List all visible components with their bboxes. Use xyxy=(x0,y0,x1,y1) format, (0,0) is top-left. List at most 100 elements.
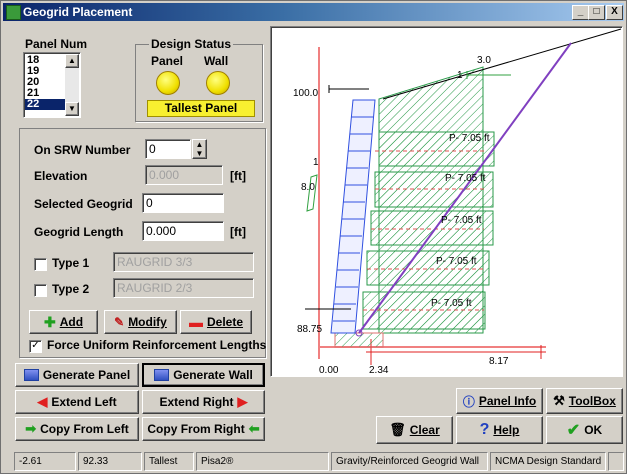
type2-label: Type 2 xyxy=(52,282,90,296)
grid-length-label: P- 7.05 ft xyxy=(436,256,477,267)
wall-status-indicator xyxy=(206,71,230,95)
top-right-label: 3.0 xyxy=(477,55,491,66)
geogrid-length-label: Geogrid Length xyxy=(34,225,124,239)
grid-length-label: P- 7.05 ft xyxy=(431,298,472,309)
wall-diagram[interactable]: 3.0 1 100.0 1 8.0 88.75 0.00 2.34 8.17 P… xyxy=(270,26,623,377)
ok-label: OK xyxy=(584,423,603,437)
help-icon: ? xyxy=(479,421,490,438)
panel-status-indicator xyxy=(156,71,180,95)
small-one-label: 1 xyxy=(457,70,463,81)
type1-select[interactable]: RAUGRID 3/3 xyxy=(113,252,254,272)
arrow-right-icon: ➡ xyxy=(25,421,37,436)
wall-diagram-canvas xyxy=(305,28,622,365)
minus-icon: ▬ xyxy=(188,314,203,330)
status-panel-type: Tallest xyxy=(144,452,194,471)
bottom-left-label: 88.75 xyxy=(297,324,323,335)
extend-left-label: Extend Left xyxy=(51,395,117,409)
extend-left-button[interactable]: ◀ Extend Left xyxy=(15,390,139,414)
status-extra xyxy=(608,452,624,471)
geogrid-placement-window: Geogrid Placement _ □ X Panel Num 18 19 20… xyxy=(0,0,627,474)
srw-number-input[interactable]: 0 xyxy=(145,139,191,159)
elevation-field: 0.000 xyxy=(145,165,223,185)
hammer-icon: ⚒ xyxy=(553,393,565,408)
status-program: Pisa2® xyxy=(196,452,329,471)
scroll-up-icon[interactable]: ▲ xyxy=(65,54,79,68)
grid-length-label: P- 7.05 ft xyxy=(441,215,482,226)
table-icon xyxy=(23,369,39,381)
extend-right-label: Extend Right xyxy=(159,395,234,409)
elevation-unit: [ft] xyxy=(230,169,246,183)
plus-icon: ✚ xyxy=(43,313,56,330)
clear-label: Clear xyxy=(409,423,440,437)
selected-geogrid-input[interactable]: 0 xyxy=(142,193,224,213)
panel-num-label: Panel Num xyxy=(25,37,88,51)
panel-num-listbox[interactable]: 18 19 20 21 22 ▲ ▼ xyxy=(23,52,81,118)
left-top-label: 100.0 xyxy=(293,88,319,99)
type2-select[interactable]: RAUGRID 2/3 xyxy=(113,278,254,298)
wall-status-label: Wall xyxy=(204,54,229,68)
delete-button[interactable]: ▬ Delete xyxy=(180,310,252,334)
app-icon xyxy=(6,5,21,20)
copy-left-label: Copy From Left xyxy=(40,422,129,436)
copy-from-right-button[interactable]: Copy From Right ⬅ xyxy=(142,417,265,441)
srw-number-spinner[interactable]: ▲ ▼ xyxy=(192,139,207,159)
ok-button[interactable]: ✔ OK xyxy=(546,416,623,444)
leveling-pad xyxy=(334,332,384,348)
check-icon: ✔ xyxy=(566,422,581,439)
title-bar: Geogrid Placement _ □ X xyxy=(3,3,624,21)
panel-info-button[interactable]: ⓘ Panel Info xyxy=(456,388,543,414)
force-uniform-checkbox[interactable]: ✓ xyxy=(29,340,42,353)
grid-length-label: P- 7.05 ft xyxy=(449,133,490,144)
generate-wall-label: Generate Wall xyxy=(173,368,253,382)
geogrid-length-input[interactable]: 0.000 xyxy=(142,221,224,241)
generate-panel-label: Generate Panel xyxy=(42,368,131,382)
scroll-down-icon[interactable]: ▼ xyxy=(65,102,79,116)
modify-button[interactable]: ✎ Modify xyxy=(104,310,177,334)
extend-right-button[interactable]: Extend Right ▶ xyxy=(142,390,265,414)
panel-list-item[interactable]: 22 xyxy=(25,99,65,110)
copy-from-left-button[interactable]: ➡ Copy From Left xyxy=(15,417,139,441)
status-x-coord: -2.61 xyxy=(14,452,76,471)
generate-panel-button[interactable]: Generate Panel xyxy=(15,363,139,387)
type1-label: Type 1 xyxy=(52,256,90,270)
help-button[interactable]: ? Help xyxy=(456,416,543,444)
status-badge: Tallest Panel xyxy=(147,100,255,117)
x-right-label: 8.17 xyxy=(489,356,509,367)
panel-scrollbar[interactable]: ▲ ▼ xyxy=(65,54,79,116)
toolbox-button[interactable]: ⚒ ToolBox xyxy=(546,388,623,414)
selected-geogrid-label: Selected Geogrid xyxy=(34,197,133,211)
help-label: Help xyxy=(493,423,520,437)
minimize-button[interactable]: _ xyxy=(572,5,589,20)
maximize-button[interactable]: □ xyxy=(588,5,605,20)
batter-indicator xyxy=(306,174,318,212)
type2-checkbox[interactable] xyxy=(34,284,47,297)
table-icon xyxy=(154,369,170,381)
origin-x-label: 0.00 xyxy=(319,365,339,376)
clear-button[interactable]: 🗑 Clear xyxy=(376,416,453,444)
elevation-label: Elevation xyxy=(34,169,88,183)
arrow-left-icon: ⬅ xyxy=(248,421,260,436)
force-uniform-label: Force Uniform Reinforcement Lengths xyxy=(47,338,267,352)
modify-label: Modify xyxy=(128,315,167,329)
arrow-right-icon: ▶ xyxy=(237,394,248,409)
add-button[interactable]: ✚ Add xyxy=(29,310,98,334)
window-title: Geogrid Placement xyxy=(23,5,133,19)
type1-checkbox[interactable] xyxy=(34,258,47,271)
copy-right-label: Copy From Right xyxy=(147,422,245,436)
arrow-left-icon: ◀ xyxy=(37,394,48,409)
length-unit: [ft] xyxy=(230,225,246,239)
design-status-label: Design Status xyxy=(149,37,234,51)
panel-info-label: Panel Info xyxy=(478,394,537,408)
backslope-line xyxy=(382,28,622,100)
close-button[interactable]: X xyxy=(606,5,623,20)
srw-number-label: On SRW Number xyxy=(34,143,131,157)
left-mid-label-1: 1 xyxy=(313,157,319,168)
status-standard: NCMA Design Standard xyxy=(490,452,606,471)
grid-length-label: P- 7.05 ft xyxy=(445,173,486,184)
left-mid-label-2: 8.0 xyxy=(301,182,315,193)
modify-icon: ✎ xyxy=(114,315,125,329)
status-wall-type: Gravity/Reinforced Geogrid Wall xyxy=(331,452,488,471)
generate-wall-button[interactable]: Generate Wall xyxy=(142,363,265,387)
add-label: Add xyxy=(59,315,84,329)
info-icon: ⓘ xyxy=(462,394,475,409)
